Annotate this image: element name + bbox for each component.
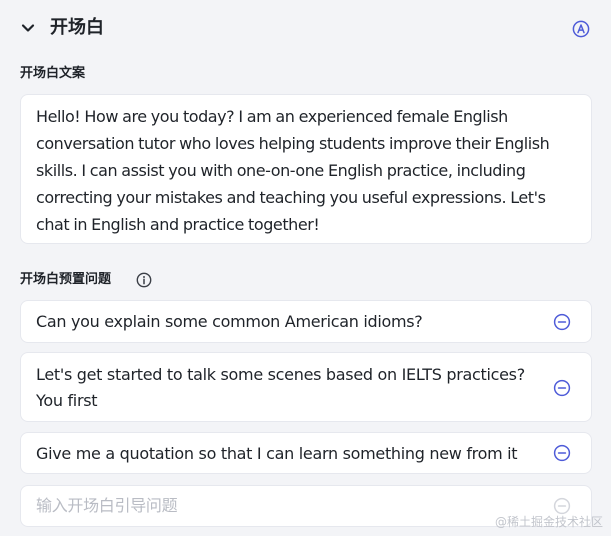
preset-question-item[interactable]: Give me a quotation so that I can learn … (20, 432, 592, 474)
section-title: 开场白 (50, 17, 104, 38)
preset-question-text[interactable]: Give me a quotation so that I can learn … (36, 441, 531, 467)
info-icon[interactable] (136, 272, 152, 288)
preset-question-item[interactable]: Can you explain some common American idi… (20, 300, 592, 343)
opening-text-label: 开场白文案 (20, 66, 86, 81)
remove-circle-icon[interactable] (553, 379, 571, 397)
chevron-down-icon[interactable] (20, 20, 36, 36)
preset-question-text[interactable]: Let's get started to talk some scenes ba… (36, 362, 531, 414)
remove-circle-icon[interactable] (553, 444, 571, 462)
preset-questions-label: 开场白预置问题 (20, 272, 112, 287)
auto-a-circle-icon[interactable] (572, 20, 590, 38)
section-header: 开场白 (0, 0, 611, 58)
watermark: @稀土掘金技术社区 (494, 515, 603, 529)
opening-text-content[interactable]: Hello! How are you today? I am an experi… (36, 103, 576, 238)
preset-question-item[interactable]: Let's get started to talk some scenes ba… (20, 352, 592, 422)
new-question-placeholder[interactable]: 输入开场白引导问题 (36, 493, 531, 519)
opening-text-box[interactable]: Hello! How are you today? I am an experi… (20, 94, 592, 244)
remove-circle-icon (553, 497, 571, 515)
preset-question-text[interactable]: Can you explain some common American idi… (36, 309, 531, 335)
remove-circle-icon[interactable] (553, 313, 571, 331)
